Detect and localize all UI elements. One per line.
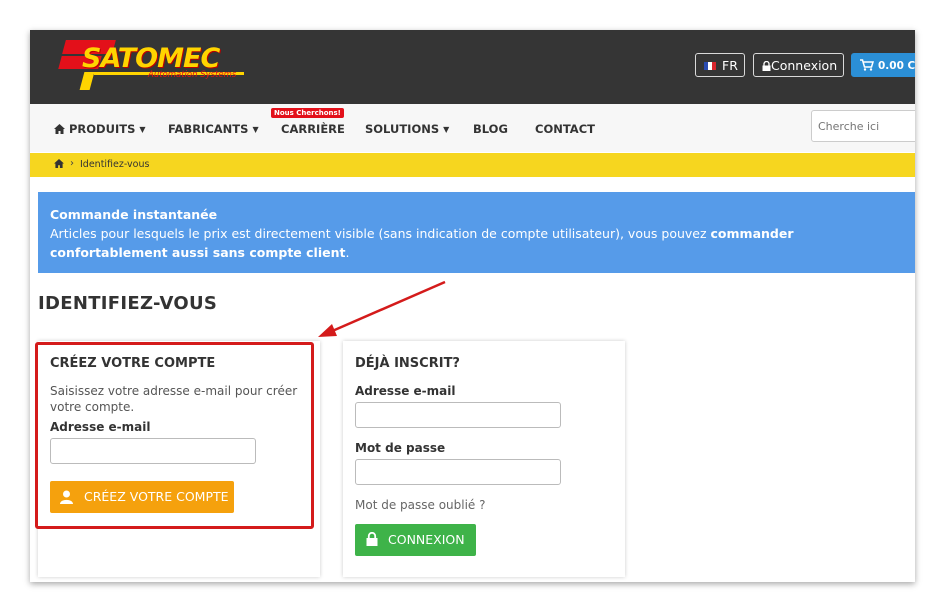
browser-frame: SATOMEC Automation Systems FR Connexion … <box>30 30 915 582</box>
annotation-arrow-icon <box>318 280 446 337</box>
